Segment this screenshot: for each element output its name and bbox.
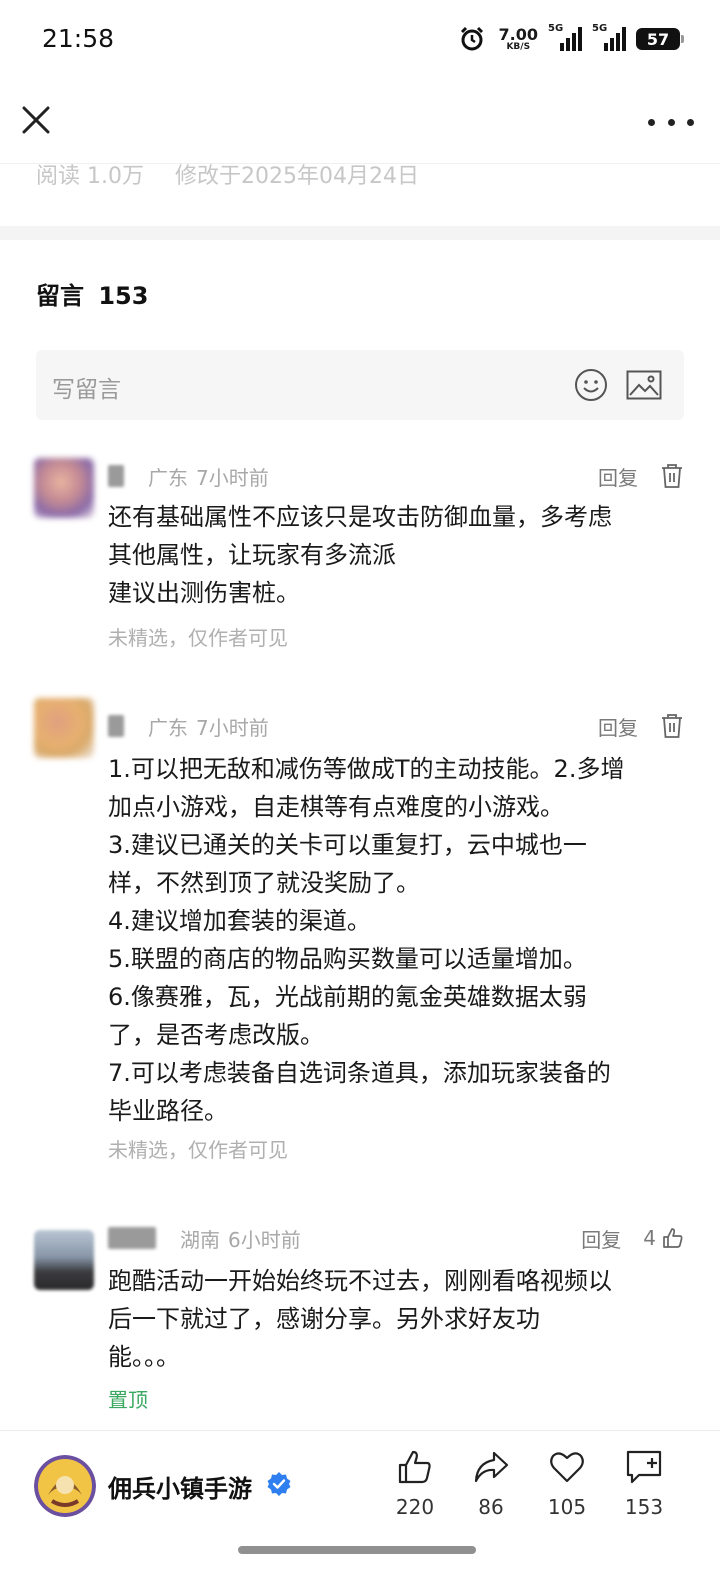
comment-line: 其他属性，让玩家有多流派 bbox=[108, 541, 396, 569]
account-name[interactable]: 佣兵小镇手游 bbox=[108, 1469, 252, 1504]
signal-icon-1: 5G bbox=[548, 23, 582, 51]
comment-line: 跑酷活动一开始始终玩不过去，刚刚看咯视频以 bbox=[108, 1267, 612, 1295]
account-avatar[interactable] bbox=[34, 1455, 96, 1517]
write-comment-input[interactable]: 写留言 bbox=[36, 350, 684, 420]
comment-location: 广东 bbox=[148, 465, 188, 490]
avatar bbox=[34, 458, 94, 518]
comment-header: 广东 7小时前 回复 bbox=[108, 710, 684, 742]
write-comment-placeholder: 写留言 bbox=[52, 377, 121, 403]
comment-line: 建议出测伤害桩。 bbox=[108, 579, 300, 607]
comment-actions: 回复 bbox=[598, 462, 684, 491]
favorite-button[interactable]: 105 bbox=[532, 1449, 602, 1519]
emoji-icon[interactable] bbox=[574, 368, 608, 402]
more-dot-icon bbox=[667, 118, 675, 126]
more-dot-icon bbox=[648, 118, 655, 126]
thumbs-up-icon bbox=[663, 1228, 683, 1248]
alarm-icon bbox=[460, 26, 483, 51]
comment-line: 6.像赛雅，瓦，光战前期的氪金英雄数据太弱 bbox=[108, 983, 587, 1011]
account-logo bbox=[34, 1455, 96, 1517]
comment-line: 1.可以把无敌和减伤等做成T的主动技能。2.多增 bbox=[108, 755, 625, 783]
comment-status: 未精选，仅作者可见 bbox=[108, 626, 288, 650]
heart-icon bbox=[550, 1452, 584, 1483]
section-divider bbox=[0, 226, 720, 240]
share-icon bbox=[474, 1451, 509, 1483]
net-speed-value: 7.00 bbox=[498, 24, 538, 44]
status-time: 21:58 bbox=[42, 24, 115, 53]
comments-header: 留言 153 bbox=[36, 276, 148, 311]
comment-text: 还有基础属性不应该只是攻击防御血量，多考虑 其他属性，让玩家有多流派 建议出测伤… bbox=[108, 498, 684, 612]
avatar bbox=[34, 698, 94, 758]
comment-line: 5.联盟的商店的物品购买数量可以适量增加。 bbox=[108, 945, 587, 973]
modified-date: 修改于2025年04月24日 bbox=[174, 164, 419, 189]
bottom-bar: 佣兵小镇手游 220 86 105 153 bbox=[0, 1430, 720, 1584]
comment-like-count: 4 bbox=[643, 1226, 656, 1250]
more-dot-icon bbox=[687, 118, 694, 126]
battery-icon: 57 bbox=[636, 28, 684, 50]
comments-count: 153 bbox=[98, 282, 149, 310]
nickname-redacted bbox=[108, 1227, 156, 1249]
nickname-redacted bbox=[108, 715, 124, 737]
like-button[interactable]: 220 bbox=[380, 1449, 450, 1519]
reply-button[interactable]: 回复 bbox=[581, 1224, 621, 1253]
more-button[interactable] bbox=[648, 102, 694, 142]
reply-button[interactable]: 回复 bbox=[598, 712, 638, 741]
signal-label-1: 5G bbox=[548, 23, 564, 34]
top-nav bbox=[0, 82, 720, 164]
thumbs-up-icon bbox=[398, 1450, 431, 1484]
comment-text: 跑酷活动一开始始终玩不过去，刚刚看咯视频以 后一下就过了，感谢分享。另外求好友功… bbox=[108, 1262, 684, 1376]
share-count: 86 bbox=[478, 1495, 504, 1519]
comment-location: 湖南 bbox=[180, 1227, 220, 1252]
comment-line: 后一下就过了，感谢分享。另外求好友功 bbox=[108, 1305, 540, 1333]
comment-line: 毕业路径。 bbox=[108, 1097, 228, 1125]
close-icon bbox=[22, 106, 50, 134]
comment-time: 7小时前 bbox=[196, 715, 269, 740]
trash-icon[interactable] bbox=[660, 463, 684, 489]
home-indicator[interactable] bbox=[238, 1546, 476, 1554]
net-speed-unit: KB/S bbox=[506, 41, 531, 52]
status-icons: 7.00 KB/S 5G 5G 57 bbox=[459, 22, 684, 56]
net-speed: 7.00 KB/S bbox=[498, 24, 538, 52]
comment-line: 能。。。 bbox=[108, 1343, 180, 1371]
comment-line: 还有基础属性不应该只是攻击防御血量，多考虑 bbox=[108, 503, 612, 531]
comment-line: 样，不然到顶了就没奖励了。 bbox=[108, 869, 420, 897]
reply-button[interactable]: 回复 bbox=[598, 462, 638, 491]
comment-count: 153 bbox=[624, 1495, 664, 1519]
trash-icon[interactable] bbox=[660, 713, 684, 739]
comment-header: 广东 7小时前 回复 bbox=[108, 460, 684, 492]
comment-status: 未精选，仅作者可见 bbox=[108, 1138, 288, 1162]
comment-time: 7小时前 bbox=[196, 465, 269, 490]
comment-button[interactable]: 153 bbox=[609, 1449, 679, 1519]
comment-line: 加点小游戏，自走棋等有点难度的小游戏。 bbox=[108, 793, 564, 821]
comment-line: 了，是否考虑改版。 bbox=[108, 1021, 324, 1049]
comment-text: 1.可以把无敌和减伤等做成T的主动技能。2.多增 加点小游戏，自走棋等有点难度的… bbox=[108, 750, 684, 1130]
like-count: 220 bbox=[395, 1495, 435, 1519]
close-button[interactable] bbox=[16, 100, 56, 140]
article-meta: 阅读 1.0万 修改于2025年04月24日 bbox=[36, 158, 419, 190]
comment-actions: 回复 bbox=[598, 712, 684, 741]
signal-label-2: 5G bbox=[592, 23, 608, 34]
comment-like-button[interactable]: 4 bbox=[643, 1226, 684, 1250]
signal-icon-2: 5G bbox=[592, 23, 626, 51]
comment-add-icon bbox=[626, 1450, 662, 1484]
comment-line: 4.建议增加套装的渠道。 bbox=[108, 907, 371, 935]
comment-line: 7.可以考虑装备自选词条道具，添加玩家装备的 bbox=[108, 1059, 611, 1087]
comment-time: 6小时前 bbox=[228, 1227, 301, 1252]
comment-location: 广东 bbox=[148, 715, 188, 740]
avatar bbox=[34, 1230, 94, 1290]
share-button[interactable]: 86 bbox=[456, 1449, 526, 1519]
read-count: 阅读 1.0万 bbox=[36, 164, 144, 189]
status-bar: 21:58 7.00 KB/S 5G 5G 57 bbox=[0, 0, 720, 80]
verified-badge-icon bbox=[267, 1472, 291, 1496]
pinned-label: 置顶 bbox=[108, 1388, 148, 1412]
comment-actions: 回复 4 bbox=[581, 1224, 684, 1253]
image-icon[interactable] bbox=[626, 370, 662, 400]
comment-header: 湖南 6小时前 回复 4 bbox=[108, 1222, 684, 1254]
favorite-count: 105 bbox=[547, 1495, 587, 1519]
comments-title: 留言 bbox=[36, 282, 84, 310]
nickname-redacted bbox=[108, 465, 124, 487]
comment-line: 3.建议已通关的关卡可以重复打，云中城也一 bbox=[108, 831, 587, 859]
